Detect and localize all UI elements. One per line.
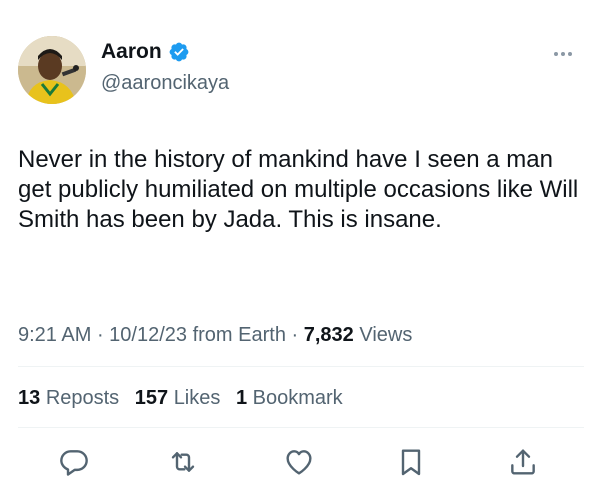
bookmark-icon[interactable]: [395, 446, 427, 478]
action-bar: [0, 446, 600, 480]
reposts-count: 13: [18, 387, 41, 409]
repost-icon[interactable]: [167, 446, 199, 478]
reposts-label: Reposts: [45, 387, 120, 409]
reply-icon[interactable]: [58, 446, 90, 478]
likes-label: Likes: [173, 387, 221, 409]
divider: [18, 366, 584, 367]
views-count: 7,832: [303, 324, 354, 346]
meta-separator: ·: [285, 324, 304, 346]
share-icon[interactable]: [507, 446, 539, 478]
avatar[interactable]: [18, 36, 86, 104]
author-display-name[interactable]: Aaron: [101, 40, 162, 64]
bookmarks-count: 1: [235, 387, 248, 409]
tweet-text: Never in the history of mankind have I s…: [18, 146, 579, 233]
likes-count: 157: [134, 387, 169, 409]
heart-icon[interactable]: [283, 446, 315, 478]
likes-stat[interactable]: 157 Likes: [135, 387, 221, 409]
author-handle[interactable]: @aaroncikaya: [101, 72, 229, 95]
divider: [18, 427, 584, 428]
verified-badge-icon: [168, 41, 190, 63]
engagement-stats: 13 Reposts 157 Likes 1 Bookmark: [18, 387, 343, 410]
more-options-icon[interactable]: [548, 44, 578, 64]
tweet-time[interactable]: 9:21 AM: [18, 324, 91, 346]
reposts-stat[interactable]: 13 Reposts: [18, 387, 119, 409]
tweet-source: from Earth: [192, 324, 286, 346]
tweet-date[interactable]: 10/12/23: [109, 324, 187, 346]
bookmarks-stat[interactable]: 1 Bookmark: [236, 387, 343, 409]
tweet-card: Aaron @aaroncikaya Never in the history …: [0, 0, 600, 493]
author-name-row: Aaron: [101, 40, 190, 64]
tweet-meta: 9:21 AM · 10/12/23 from Earth · 7,832 Vi…: [18, 324, 412, 347]
views-label: Views: [359, 324, 413, 346]
meta-separator: ·: [91, 324, 110, 346]
bookmarks-label: Bookmark: [252, 387, 343, 409]
profile-photo-icon: [18, 36, 86, 104]
